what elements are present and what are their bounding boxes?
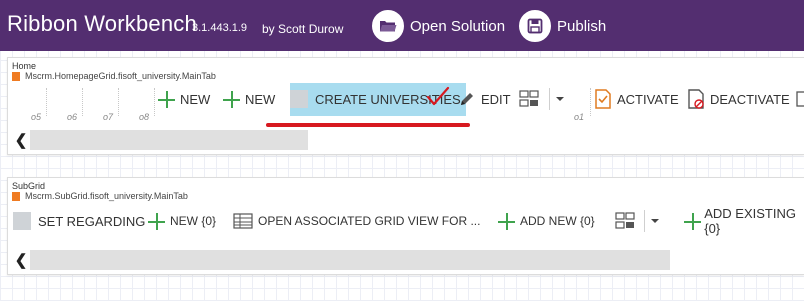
new-label: NEW bbox=[180, 91, 211, 107]
group-divider bbox=[82, 88, 83, 116]
dropdown-arrow-button[interactable] bbox=[554, 86, 566, 112]
group-label: o6 bbox=[67, 112, 78, 122]
grid-options-button[interactable] bbox=[519, 86, 539, 112]
add-existing-button[interactable]: ADD EXISTING {0} bbox=[684, 206, 804, 236]
chevron-down-icon bbox=[651, 219, 659, 223]
group-divider bbox=[46, 88, 47, 116]
app-title: Ribbon Workbench bbox=[7, 11, 197, 36]
home-ribbon-panel: Home Mscrm.HomepageGrid.fisoft_universit… bbox=[7, 57, 804, 155]
grid-icon bbox=[615, 212, 635, 229]
edit-button[interactable]: EDIT bbox=[458, 86, 511, 112]
open-associated-grid-button[interactable]: OPEN ASSOCIATED GRID VIEW FOR ... bbox=[233, 208, 480, 234]
group-label: o7 bbox=[103, 112, 114, 122]
group-divider bbox=[154, 88, 155, 116]
table-icon bbox=[233, 213, 253, 229]
ribbon-tab-id: Mscrm.HomepageGrid.fisoft_university.Mai… bbox=[12, 71, 216, 81]
blank-icon bbox=[13, 212, 31, 230]
tab-id-text: Mscrm.SubGrid.fisoft_university.MainTab bbox=[25, 191, 188, 201]
open-solution-label: Open Solution bbox=[410, 17, 506, 35]
dropdown-arrow-button[interactable] bbox=[649, 208, 661, 234]
new-subgrid-label: NEW {0} bbox=[170, 214, 217, 228]
set-regarding-button[interactable]: SET REGARDING bbox=[13, 208, 145, 234]
save-disk-icon bbox=[519, 10, 551, 42]
ribbon-tab-id: Mscrm.SubGrid.fisoft_university.MainTab bbox=[12, 191, 188, 201]
edit-label: EDIT bbox=[481, 91, 511, 107]
horizontal-scrollbar[interactable] bbox=[30, 130, 308, 150]
deactivate-label: DEACTIVATE bbox=[710, 91, 790, 107]
tab-id-text: Mscrm.HomepageGrid.fisoft_university.Mai… bbox=[25, 71, 216, 81]
set-regarding-label: SET REGARDING bbox=[38, 213, 146, 229]
separator bbox=[549, 88, 550, 110]
red-underline-annotation bbox=[266, 123, 470, 127]
app-author: by Scott Durow bbox=[262, 22, 344, 36]
subgrid-ribbon-panel: SubGrid Mscrm.SubGrid.fisoft_university.… bbox=[7, 177, 804, 275]
red-check-icon bbox=[426, 86, 450, 106]
add-existing-label: ADD EXISTING {0} bbox=[704, 206, 796, 236]
deactivate-button[interactable]: DEACTIVATE bbox=[687, 86, 790, 112]
group-divider bbox=[590, 88, 591, 116]
group-divider bbox=[118, 88, 119, 116]
new-button-2[interactable]: NEW bbox=[223, 86, 275, 112]
plus-icon bbox=[223, 90, 240, 108]
add-new-button[interactable]: ADD NEW {0} bbox=[498, 208, 595, 234]
horizontal-scrollbar[interactable] bbox=[30, 250, 670, 270]
group-label: o5 bbox=[31, 112, 42, 122]
document-activate-icon bbox=[595, 89, 611, 109]
grid-icon bbox=[519, 90, 539, 107]
add-new-label: ADD NEW {0} bbox=[520, 214, 595, 228]
plus-icon bbox=[158, 90, 175, 108]
grid-options-button[interactable] bbox=[615, 208, 635, 234]
publish-label: Publish bbox=[557, 17, 607, 35]
scroll-left-arrow[interactable]: ❮ bbox=[14, 252, 28, 269]
app-version: 3.1.443.1.9 bbox=[192, 22, 248, 34]
plus-icon bbox=[684, 212, 702, 230]
calendar-icon bbox=[796, 91, 804, 107]
new-subgrid-button[interactable]: NEW {0} bbox=[148, 208, 216, 234]
document-deactivate-icon bbox=[688, 89, 704, 109]
chevron-down-icon bbox=[556, 97, 564, 101]
pencil-icon bbox=[461, 93, 473, 105]
open-solution-button[interactable]: Open Solution bbox=[372, 9, 505, 43]
group-label: o1 bbox=[574, 112, 585, 122]
ribbon-title: Home bbox=[12, 61, 37, 71]
plus-icon bbox=[498, 212, 515, 230]
separator bbox=[644, 210, 645, 232]
publish-button[interactable]: Publish bbox=[519, 9, 606, 43]
more-button[interactable] bbox=[796, 86, 804, 112]
tab-color-icon bbox=[12, 71, 20, 81]
scroll-left-arrow[interactable]: ❮ bbox=[14, 132, 28, 149]
ribbon-title: SubGrid bbox=[12, 181, 46, 191]
folder-icon bbox=[372, 10, 404, 42]
app-header: Ribbon Workbench 3.1.443.1.9 by Scott Du… bbox=[0, 0, 804, 51]
tab-color-icon bbox=[12, 191, 20, 201]
new-label: NEW bbox=[245, 91, 276, 107]
activate-button[interactable]: ACTIVATE bbox=[594, 86, 679, 112]
new-button-1[interactable]: NEW bbox=[158, 86, 210, 112]
group-label: o8 bbox=[139, 112, 150, 122]
open-associated-label: OPEN ASSOCIATED GRID VIEW FOR ... bbox=[258, 214, 481, 228]
plus-icon bbox=[148, 212, 165, 230]
blank-icon bbox=[290, 90, 308, 108]
activate-label: ACTIVATE bbox=[617, 91, 679, 107]
